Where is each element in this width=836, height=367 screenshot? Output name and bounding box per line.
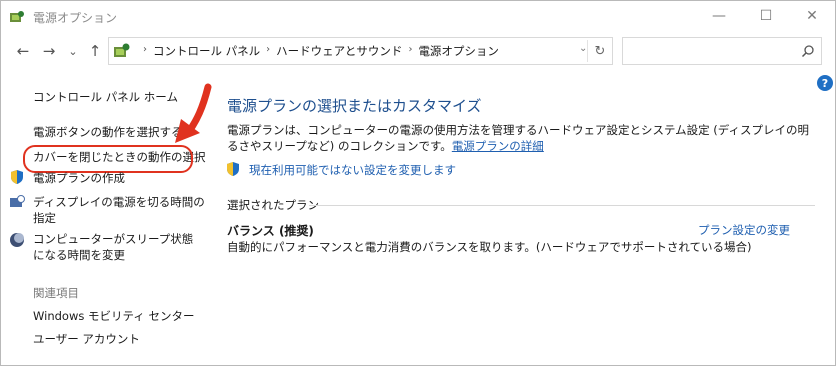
related-heading: 関連項目 [33, 286, 79, 300]
minimize-button[interactable]: — [696, 1, 742, 31]
description: 電源プランは、コンピューターの電源の使用方法を管理するハードウェア設定とシステム… [227, 122, 817, 154]
sleep-moon-icon [10, 233, 24, 247]
link-display-off-time[interactable]: ディスプレイの電源を切る時間の指定 [33, 194, 208, 226]
breadcrumb-control-panel[interactable]: コントロール パネル [153, 43, 260, 59]
link-control-panel-home[interactable]: コントロール パネル ホーム [33, 89, 178, 105]
plan-name: バランス (推奨) [227, 224, 314, 238]
breadcrumb-separator[interactable]: › [408, 44, 412, 60]
page-title: 電源プランの選択またはカスタマイズ [227, 97, 482, 115]
display-clock-icon [10, 195, 25, 207]
back-button[interactable]: ← [13, 41, 33, 61]
forward-button[interactable]: → [39, 41, 59, 61]
title-bar: 電源オプション — ☐ ✕ [1, 1, 835, 33]
control-panel-icon [114, 43, 130, 57]
breadcrumb: › コントロール パネル › ハードウェアとサウンド › 電源オプション [137, 43, 499, 59]
shield-icon [11, 170, 23, 184]
section-divider [309, 205, 815, 206]
close-button[interactable]: ✕ [789, 1, 835, 31]
selected-plan-heading: 選択されたプラン [227, 198, 319, 212]
highlight-oval [23, 145, 193, 173]
help-icon[interactable]: ? [817, 75, 833, 91]
maximize-button[interactable]: ☐ [743, 1, 789, 31]
breadcrumb-separator[interactable]: › [266, 44, 270, 60]
uac-shield-icon [227, 162, 239, 176]
link-change-unavailable-settings[interactable]: 現在利用可能ではない設定を変更します [249, 162, 456, 178]
refresh-button[interactable]: ↻ [587, 40, 612, 62]
search-icon[interactable] [801, 44, 815, 58]
link-user-accounts[interactable]: ユーザー アカウント [33, 331, 140, 347]
breadcrumb-power-options[interactable]: 電源オプション [418, 43, 499, 59]
up-button[interactable]: ↑ [85, 41, 105, 61]
link-create-power-plan[interactable]: 電源プランの作成 [33, 170, 125, 186]
link-power-button-behavior[interactable]: 電源ボタンの動作を選択する [33, 124, 183, 140]
breadcrumb-separator[interactable]: › [143, 44, 147, 60]
link-sleep-time[interactable]: コンピューターがスリープ状態になる時間を変更 [33, 231, 198, 263]
link-change-plan-settings[interactable]: プラン設定の変更 [698, 222, 790, 238]
breadcrumb-hardware-sound[interactable]: ハードウェアとサウンド [276, 43, 402, 59]
power-options-icon [10, 11, 24, 22]
link-power-plan-details[interactable]: 電源プランの詳細 [452, 139, 544, 153]
recent-locations-button[interactable]: ⌄ [63, 41, 83, 61]
address-bar[interactable]: › コントロール パネル › ハードウェアとサウンド › 電源オプション ⌄ ↻ [108, 37, 613, 65]
search-box[interactable] [622, 37, 822, 65]
plan-description: 自動的にパフォーマンスと電力消費のバランスを取ります。(ハードウェアでサポートさ… [227, 240, 752, 254]
link-windows-mobility-center[interactable]: Windows モビリティ センター [33, 308, 194, 324]
window: 電源オプション — ☐ ✕ ← → ⌄ ↑ › コントロール パネル › ハード… [0, 0, 836, 366]
window-title: 電源オプション [33, 11, 118, 25]
